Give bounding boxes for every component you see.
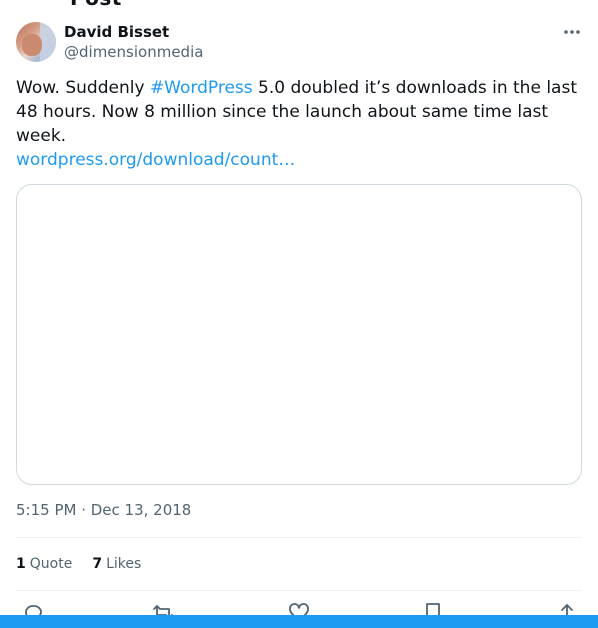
- tweet-author: David Bisset @dimensionmedia: [16, 22, 582, 64]
- more-options-button[interactable]: [562, 24, 582, 40]
- likes-label: Likes: [106, 556, 142, 572]
- link-preview-card[interactable]: [16, 184, 582, 485]
- divider: [16, 537, 582, 538]
- external-link[interactable]: wordpress.org/download/count…: [16, 150, 295, 170]
- tweet-text-start: Wow. Suddenly: [16, 78, 150, 98]
- likes-stat[interactable]: 7 Likes: [92, 554, 141, 574]
- tweet-timestamp[interactable]: 5:15 PM · Dec 13, 2018: [16, 500, 191, 520]
- author-handle[interactable]: @dimensionmedia: [64, 42, 203, 62]
- bottom-banner-bar[interactable]: [0, 615, 598, 628]
- page-title: Post: [70, 0, 122, 10]
- tweet-link-line: wordpress.org/download/count…: [16, 148, 295, 172]
- more-dots-icon: [564, 30, 580, 34]
- divider: [16, 590, 582, 591]
- hashtag-link[interactable]: #WordPress: [150, 78, 253, 98]
- tweet-text: Wow. Suddenly #WordPress 5.0 doubled it’…: [16, 76, 582, 148]
- avatar[interactable]: [16, 22, 56, 62]
- quotes-stat[interactable]: 1 Quote: [16, 554, 72, 574]
- quotes-label: Quote: [29, 556, 73, 572]
- likes-count: 7: [92, 556, 103, 572]
- quotes-count: 1: [16, 556, 26, 572]
- author-display-name[interactable]: David Bisset: [64, 22, 169, 42]
- engagement-stats: 1 Quote 7 Likes: [16, 554, 141, 574]
